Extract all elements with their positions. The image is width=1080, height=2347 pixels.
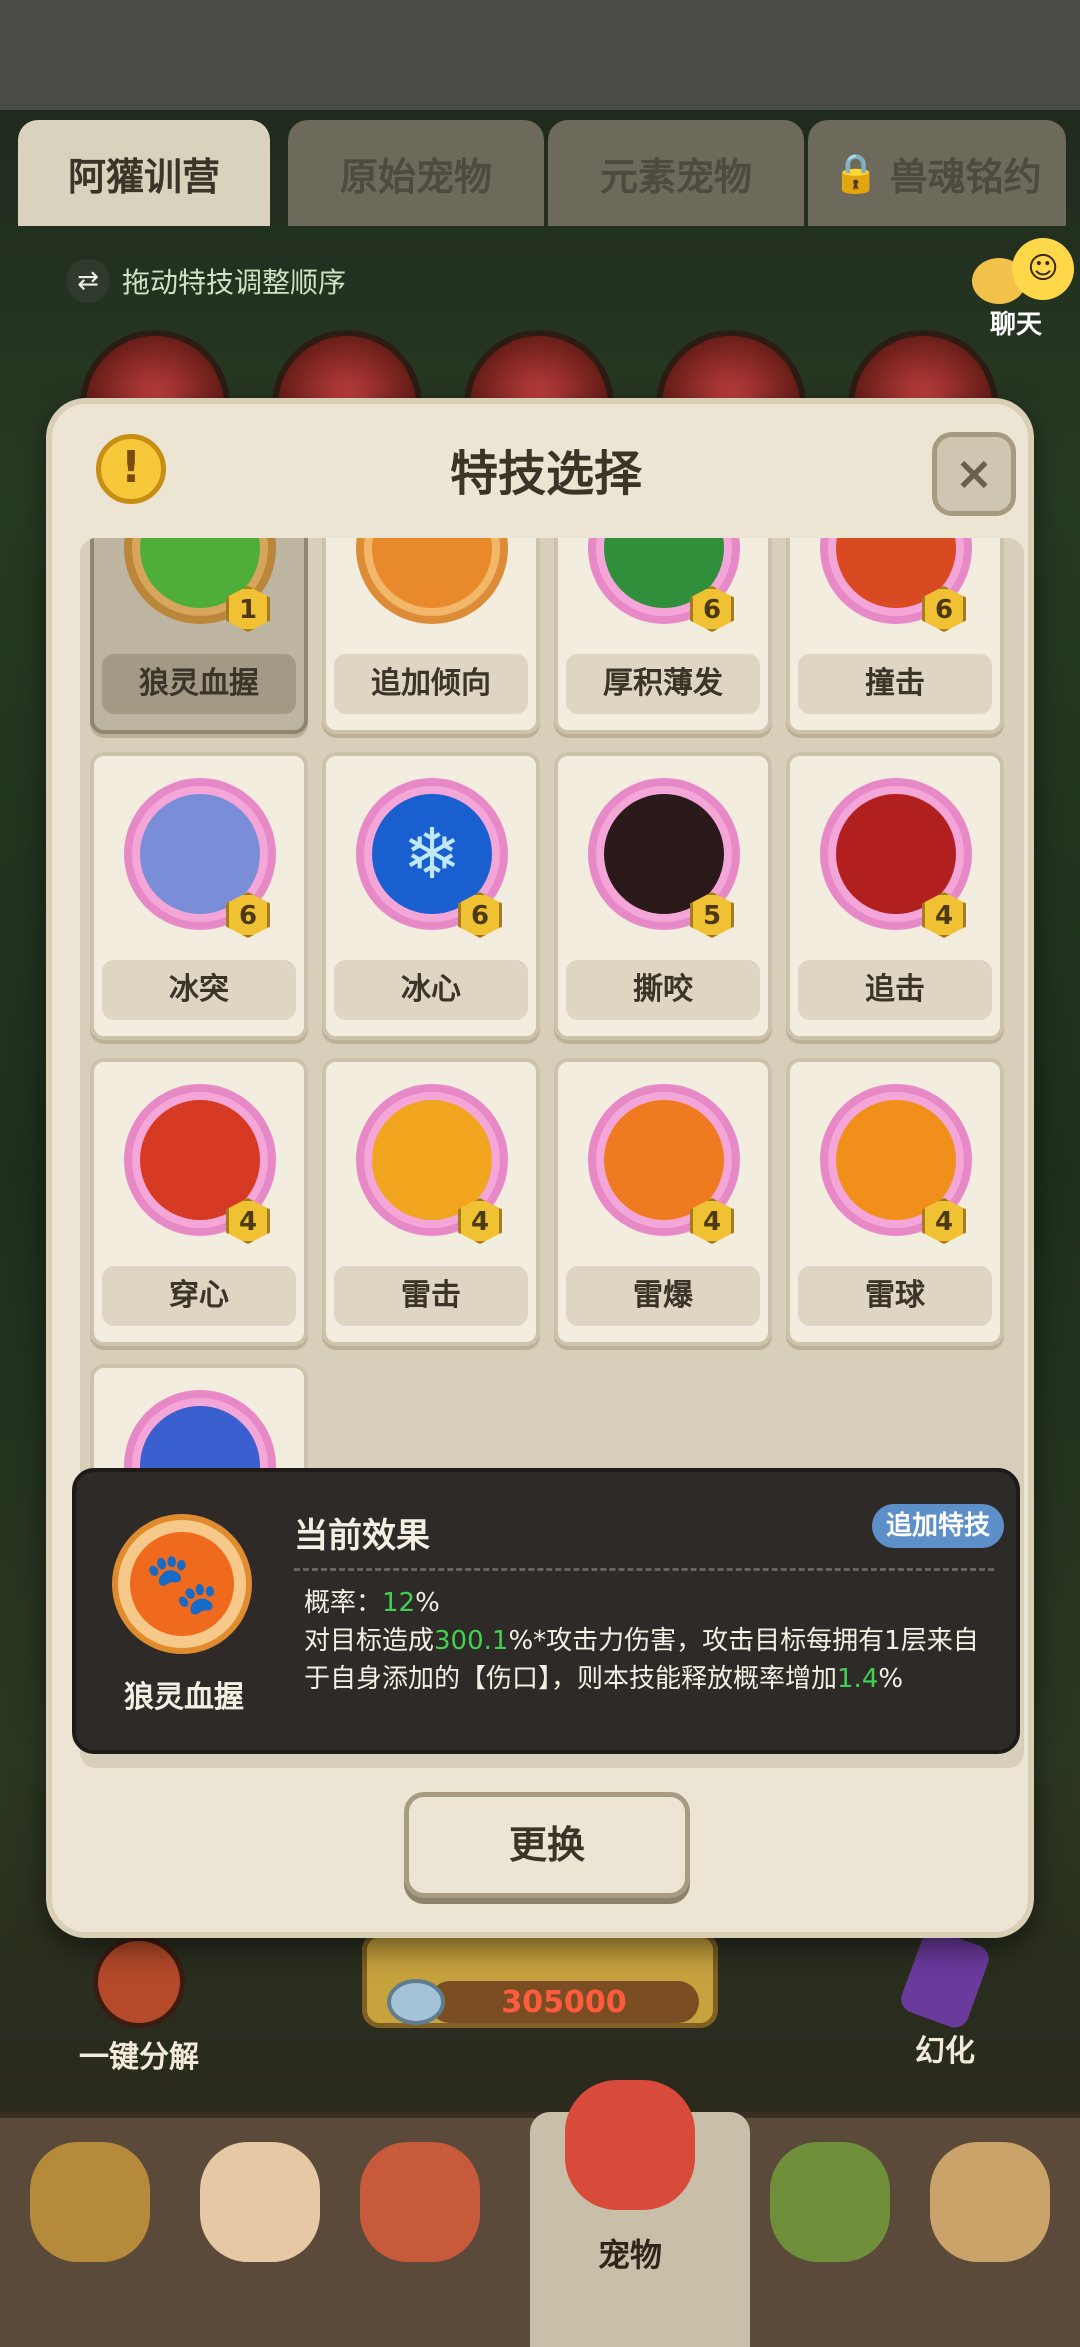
- selected-skill-name: 狼灵血握: [124, 1680, 244, 1715]
- current-effect-panel: 🐾 狼灵血握 当前效果 追加特技 概率：12% 对目标造成300.1%*攻击力伤…: [72, 1468, 1020, 1754]
- character-avatar-icon: [30, 2142, 150, 2262]
- skill-name: 追加倾向: [334, 654, 528, 714]
- nav-item-character[interactable]: [20, 2142, 160, 2292]
- top-tabs: 阿獾训营 原始宠物 元素宠物 🔒 兽魂铭约: [18, 120, 1078, 230]
- damage-line: 对目标造成300.1%*攻击力伤害，攻击目标每拥有1层来自于自身添加的【伤口】，…: [304, 1626, 979, 1694]
- skill-name: 雷球: [798, 1266, 992, 1326]
- skill-name: 撞击: [798, 654, 992, 714]
- skill-card[interactable]: ❄ 6 冰心: [322, 752, 540, 1040]
- skill-card[interactable]: 4 追击: [786, 752, 1004, 1040]
- skill-card[interactable]: 4 雷球: [786, 1058, 1004, 1346]
- skill-card[interactable]: 6 冰突: [90, 752, 308, 1040]
- nav-item-pets[interactable]: 宠物: [560, 2080, 700, 2274]
- upgrade-button[interactable]: 305000: [362, 1932, 718, 2028]
- skill-art: [372, 538, 492, 608]
- skill-card[interactable]: 5 撕咬: [554, 752, 772, 1040]
- stone-icon: [387, 1979, 445, 2025]
- selected-skill-icon: 🐾: [112, 1514, 252, 1654]
- nav-item-hero[interactable]: [190, 2142, 330, 2292]
- camp-icon: [770, 2142, 890, 2262]
- skill-name: 追击: [798, 960, 992, 1020]
- skill-card[interactable]: 6 撞击: [786, 538, 1004, 734]
- skill-name: 雷爆: [566, 1266, 760, 1326]
- tab-primitive-pets[interactable]: 原始宠物: [288, 120, 544, 226]
- skill-name: 冰心: [334, 960, 528, 1020]
- skill-card[interactable]: 1 狼灵血握: [90, 538, 308, 734]
- pet-dino-icon: [565, 2080, 695, 2210]
- drag-hint: ⇄ 拖动特技调整顺序: [66, 258, 346, 304]
- tab-beast-soul[interactable]: 🔒 兽魂铭约: [808, 120, 1066, 226]
- skill-icon: [356, 538, 508, 624]
- totem-avatar-icon: [360, 2142, 480, 2262]
- nav-item-village[interactable]: [920, 2142, 1060, 2292]
- skill-card[interactable]: 4 雷爆: [554, 1058, 772, 1346]
- paw-icon: 🐾: [130, 1532, 234, 1636]
- lock-icon: 🔒: [832, 150, 880, 195]
- skill-card[interactable]: 6 厚积薄发: [554, 538, 772, 734]
- crystal-icon: [897, 1926, 993, 2032]
- skill-select-modal: ! 特技选择 × 1 狼灵血握 追加倾向 6 厚积薄发 6 撞击 6 冰突 ❄: [46, 398, 1034, 1938]
- nav-item-totem[interactable]: [350, 2142, 490, 2292]
- close-button[interactable]: ×: [932, 432, 1016, 516]
- modal-title: 特技选择: [449, 446, 642, 502]
- effect-description: 概率：12% 对目标造成300.1%*攻击力伤害，攻击目标每拥有1层来自于自身添…: [304, 1584, 1004, 1698]
- effect-title: 当前效果: [294, 1516, 430, 1556]
- divider: [294, 1568, 994, 1571]
- swap-icon: ⇄: [66, 259, 110, 303]
- hero-avatar-icon: [200, 2142, 320, 2262]
- skill-card[interactable]: 4 穿心: [90, 1058, 308, 1346]
- skill-type-badge: 追加特技: [872, 1504, 1005, 1548]
- skill-card[interactable]: 追加倾向: [322, 538, 540, 734]
- skill-name: 撕咬: [566, 960, 760, 1020]
- skill-name: 穿心: [102, 1266, 296, 1326]
- skill-name: 狼灵血握: [102, 654, 296, 714]
- upgrade-cost: 305000: [429, 1981, 699, 2023]
- skill-name: 冰突: [102, 960, 296, 1020]
- probability-line: 概率：12%: [304, 1588, 440, 1618]
- decompose-icon: [93, 1936, 185, 2028]
- top-bar: [0, 0, 1080, 110]
- skill-name: 雷击: [334, 1266, 528, 1326]
- skill-name: 厚积薄发: [566, 654, 760, 714]
- village-icon: [930, 2142, 1050, 2262]
- tab-element-pets[interactable]: 元素宠物: [548, 120, 804, 226]
- chat-button[interactable]: ☺ 聊天: [972, 238, 1074, 340]
- tab-training[interactable]: 阿獾训营: [18, 120, 270, 226]
- chat-face-icon: ☺: [1012, 238, 1074, 300]
- skill-card[interactable]: 4 雷击: [322, 1058, 540, 1346]
- illusion-button[interactable]: 幻化: [890, 1926, 1000, 2070]
- replace-button[interactable]: 更换: [404, 1792, 690, 1898]
- nav-item-camp[interactable]: [760, 2142, 900, 2292]
- decompose-button[interactable]: 一键分解: [64, 1936, 214, 2076]
